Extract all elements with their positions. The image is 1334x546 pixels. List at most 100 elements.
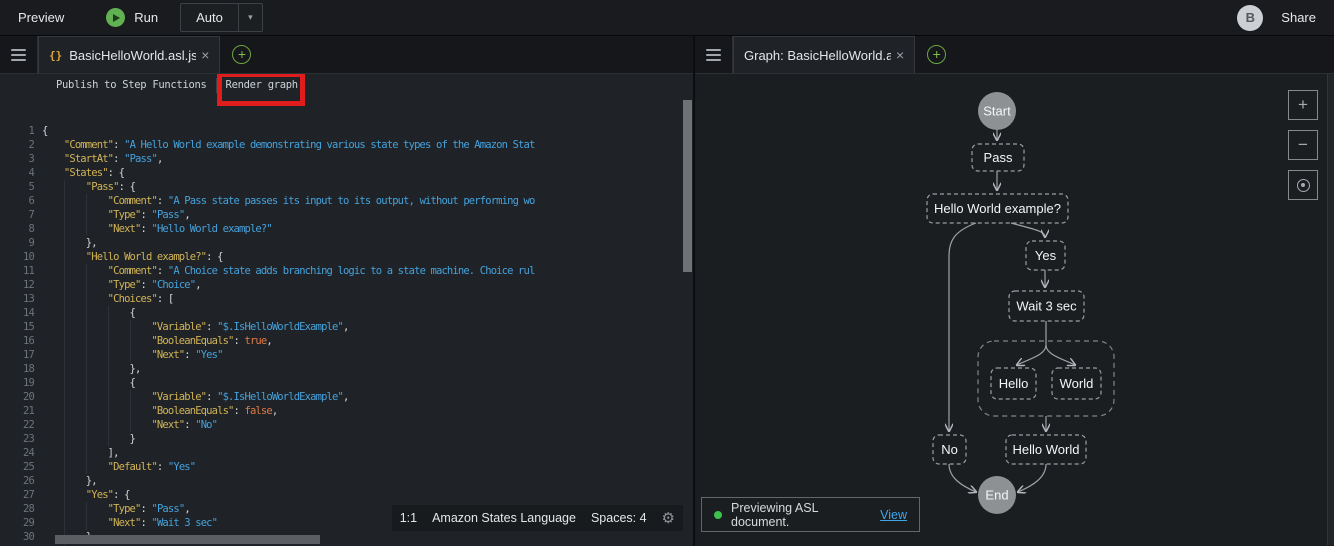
code-line[interactable]: 14 { (0, 306, 693, 320)
code-line[interactable]: 6 "Comment": "A Pass state passes its in… (0, 194, 693, 208)
code-line[interactable]: 15 "Variable": "$.IsHelloWorldExample", (0, 320, 693, 334)
code-line[interactable]: 7 "Type": "Pass", (0, 208, 693, 222)
code-line[interactable]: 1{ (0, 124, 693, 138)
code-line[interactable]: 21 "BooleanEquals": false, (0, 404, 693, 418)
code-lines: 1{2 "Comment": "A Hello World example de… (0, 124, 693, 545)
svg-text:Start: Start (983, 104, 1011, 119)
code-editor[interactable]: 1{2 "Comment": "A Hello World example de… (0, 96, 693, 545)
line-number: 25 (0, 460, 34, 474)
graph-canvas[interactable]: StartPassHello World example?YesWait 3 s… (695, 74, 1325, 545)
code-line[interactable]: 27 "Yes": { (0, 488, 693, 502)
code-line[interactable]: 25 "Default": "Yes" (0, 460, 693, 474)
line-number: 16 (0, 334, 34, 348)
line-number: 3 (0, 152, 34, 166)
graph-edge-hello-world-to-end (1018, 464, 1046, 492)
indent-guide (108, 348, 109, 362)
svg-text:Hello: Hello (999, 376, 1029, 391)
line-number: 21 (0, 404, 34, 418)
indent-guide (64, 516, 65, 530)
indent-guide (64, 222, 65, 236)
run-button[interactable]: Run (106, 8, 158, 27)
chevron-down-icon[interactable]: ▾ (238, 4, 262, 31)
code-line[interactable]: 11 "Comment": "A Choice state adds branc… (0, 264, 693, 278)
graph-node-wait: Wait 3 sec (1009, 291, 1084, 321)
graph-node-world: World (1052, 368, 1101, 399)
run-mode-dropdown[interactable]: Auto ▾ (180, 3, 263, 32)
json-braces-icon: {} (49, 49, 62, 62)
tab-title: BasicHelloWorld.asl.js (69, 48, 196, 63)
topbar-right: B Share (1237, 5, 1334, 31)
code-line[interactable]: 10 "Hello World example?": { (0, 250, 693, 264)
graph-edge-choice-to-yes (1011, 223, 1045, 237)
language-mode[interactable]: Amazon States Language (432, 511, 576, 525)
editor-panel: {} BasicHelloWorld.asl.js × + Publish to… (0, 36, 695, 546)
preview-button[interactable]: Preview (18, 10, 64, 25)
indent-guide (64, 418, 65, 432)
code-line[interactable]: 17 "Next": "Yes" (0, 348, 693, 362)
graph-edge-wait-to-world (1046, 345, 1075, 365)
publish-button[interactable]: Publish to Step Functions (56, 79, 207, 91)
code-line[interactable]: 23 } (0, 432, 693, 446)
indent-guide (64, 306, 65, 320)
share-button[interactable]: Share (1281, 10, 1316, 25)
code-line[interactable]: 4 "States": { (0, 166, 693, 180)
code-line[interactable]: 2 "Comment": "A Hello World example demo… (0, 138, 693, 152)
code-line[interactable]: 20 "Variable": "$.IsHelloWorldExample", (0, 390, 693, 404)
svg-text:World: World (1060, 376, 1094, 391)
graph-menu-button[interactable] (695, 36, 733, 73)
line-number: 31 (0, 544, 34, 545)
line-number: 19 (0, 376, 34, 390)
editor-menu-button[interactable] (0, 36, 38, 73)
cursor-position[interactable]: 1:1 (400, 511, 417, 525)
editor-vertical-scrollbar[interactable] (683, 100, 692, 272)
indent-guide (64, 292, 65, 306)
avatar[interactable]: B (1237, 5, 1263, 31)
indent-guide (86, 460, 87, 474)
graph-scrollbar-track[interactable] (1327, 74, 1334, 545)
code-line[interactable]: 31 "No": { (0, 544, 693, 545)
line-number: 11 (0, 264, 34, 278)
line-number: 27 (0, 488, 34, 502)
tab-graph[interactable]: Graph: BasicHelloWorld.asl.js × (733, 36, 915, 73)
indent-guide (64, 502, 65, 516)
code-line[interactable]: 12 "Type": "Choice", (0, 278, 693, 292)
line-number: 23 (0, 432, 34, 446)
editor-horizontal-scrollbar[interactable] (55, 535, 320, 544)
code-line[interactable]: 19 { (0, 376, 693, 390)
code-line[interactable]: 22 "Next": "No" (0, 418, 693, 432)
code-line[interactable]: 18 }, (0, 362, 693, 376)
line-number: 1 (0, 124, 34, 138)
render-graph-button[interactable]: Render graph (226, 79, 298, 91)
preview-notification: Previewing ASL document. View (701, 497, 920, 532)
code-line[interactable]: 26 }, (0, 474, 693, 488)
code-line[interactable]: 13 "Choices": [ (0, 292, 693, 306)
graph-node-yes: Yes (1026, 241, 1065, 270)
zoom-in-button[interactable]: + (1288, 90, 1318, 120)
close-tab-icon[interactable]: × (896, 47, 904, 63)
editor-statusbar: 1:1 Amazon States Language Spaces: 4 ⚙ (392, 505, 683, 531)
new-tab-button[interactable]: + (220, 36, 251, 73)
graph-node-pass: Pass (972, 144, 1024, 171)
code-line[interactable]: 24 ], (0, 446, 693, 460)
view-link[interactable]: View (880, 508, 907, 522)
code-line[interactable]: 16 "BooleanEquals": true, (0, 334, 693, 348)
code-line[interactable]: 5 "Pass": { (0, 180, 693, 194)
close-tab-icon[interactable]: × (201, 47, 209, 63)
line-number: 26 (0, 474, 34, 488)
new-tab-button[interactable]: + (915, 36, 946, 73)
indent-guide (108, 432, 109, 446)
code-line[interactable]: 8 "Next": "Hello World example?" (0, 222, 693, 236)
indent-setting[interactable]: Spaces: 4 (591, 511, 647, 525)
graph-zoom-controls: + − (1288, 90, 1318, 200)
zoom-out-button[interactable]: − (1288, 130, 1318, 160)
tab-editor-file[interactable]: {} BasicHelloWorld.asl.js × (38, 36, 220, 73)
indent-guide (130, 348, 131, 362)
code-line[interactable]: 9 }, (0, 236, 693, 250)
indent-guide (86, 348, 87, 362)
code-line[interactable]: 3 "StartAt": "Pass", (0, 152, 693, 166)
center-graph-button[interactable] (1288, 170, 1318, 200)
indent-guide (86, 222, 87, 236)
gear-icon[interactable]: ⚙ (662, 509, 675, 527)
line-number: 10 (0, 250, 34, 264)
line-number: 14 (0, 306, 34, 320)
